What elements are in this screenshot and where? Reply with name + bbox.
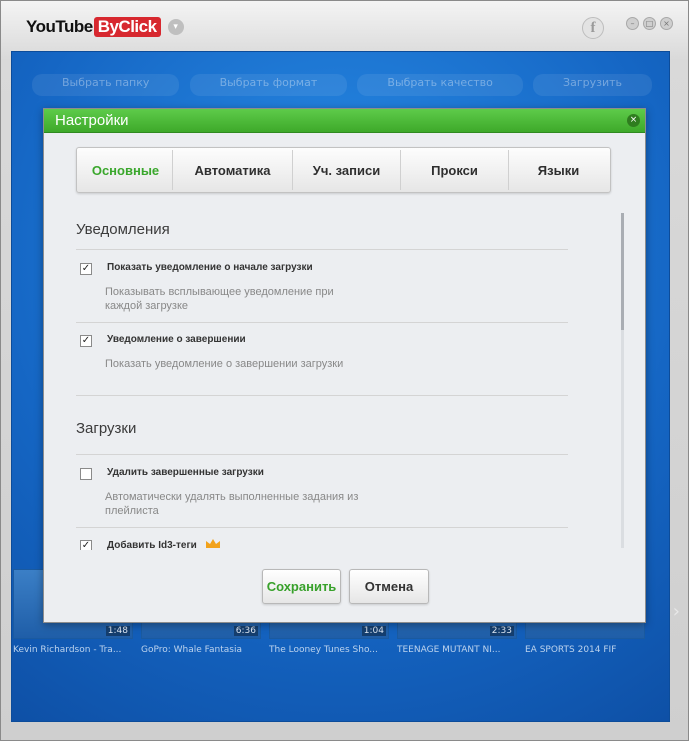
facebook-icon[interactable]: f [582,17,604,39]
video-duration: 1:04 [361,626,386,636]
delete-completed-checkbox[interactable] [80,468,92,480]
step-download[interactable]: Загрузить [533,74,652,96]
cancel-button[interactable]: Отмена [349,569,429,604]
chevron-right-icon[interactable]: › [673,601,680,622]
video-duration: 1:48 [105,626,130,636]
setting-label: Уведомление о завершении [107,334,246,345]
divider [76,395,568,396]
tab-proxy[interactable]: Прокси [401,150,509,190]
crown-icon [205,539,221,550]
scrollbar-thumb[interactable] [621,213,624,330]
notify-complete-checkbox[interactable]: ✓ [80,335,92,347]
logo-byclick-text: ByClick [93,17,161,37]
step-choose-quality[interactable]: Выбрать качество [357,74,523,96]
tab-languages[interactable]: Языки [509,150,608,190]
window-controls: – □ × [626,17,673,30]
app-logo: YouTube ByClick ▾ [26,15,184,39]
divider [76,454,568,455]
video-title: Kevin Richardson - Tra... [13,645,122,655]
save-button[interactable]: Сохранить [262,569,341,604]
setting-label: Показать уведомление о начале загрузки [107,262,313,273]
close-icon[interactable]: × [627,114,640,127]
chevron-down-icon[interactable]: ▾ [167,19,184,35]
tab-accounts[interactable]: Уч. записи [293,150,401,190]
tab-general[interactable]: Основные [79,150,173,190]
video-title: TEENAGE MUTANT NI... [397,645,501,655]
section-title-notifications: Уведомления [76,221,170,238]
step-choose-folder[interactable]: Выбрать папку [32,74,180,96]
section-title-downloads: Загрузки [76,420,137,437]
divider [76,249,568,250]
setting-description: Показывать всплывающее уведомление при к… [105,286,334,312]
step-choose-format[interactable]: Выбрать формат [189,74,348,96]
divider [76,322,568,323]
setting-label-text: Добавить Id3-теги [107,540,197,550]
settings-scrollbar[interactable] [621,213,624,548]
video-title: EA SPORTS 2014 FIF [525,645,617,655]
video-title: GoPro: Whale Fantasia [141,645,242,655]
video-title: The Looney Tunes Sho... [269,645,378,655]
video-duration: 2:33 [489,626,514,636]
video-duration: 6:36 [233,626,258,636]
add-id3-tags-checkbox[interactable]: ✓ [80,540,92,550]
dialog-title: Настройки [55,112,129,129]
setting-label: Удалить завершенные загрузки [107,467,264,478]
notify-start-checkbox[interactable]: ✓ [80,263,92,275]
close-window-icon[interactable]: × [660,17,673,30]
tab-automation[interactable]: Автоматика [173,150,293,190]
settings-panel: Уведомления ✓ Показать уведомление о нач… [44,205,624,550]
title-bar: YouTube ByClick ▾ f – □ × [1,1,688,51]
dialog-header: Настройки × [44,109,645,133]
dialog-footer: Сохранить Отмена [262,569,429,604]
settings-dialog: Настройки × Основные Автоматика Уч. запи… [43,108,646,623]
setting-label: Добавить Id3-теги [107,539,221,550]
download-steps: Выбрать папку Выбрать формат Выбрать кач… [32,74,652,96]
setting-description: Показать уведомление о завершении загруз… [105,358,344,370]
setting-description: Автоматически удалять выполненные задани… [105,491,359,517]
settings-tabs: Основные Автоматика Уч. записи Прокси Яз… [76,147,611,193]
minimize-icon[interactable]: – [626,17,639,30]
divider [76,527,568,528]
maximize-icon[interactable]: □ [643,17,656,30]
logo-youtube-text: YouTube [26,17,93,36]
